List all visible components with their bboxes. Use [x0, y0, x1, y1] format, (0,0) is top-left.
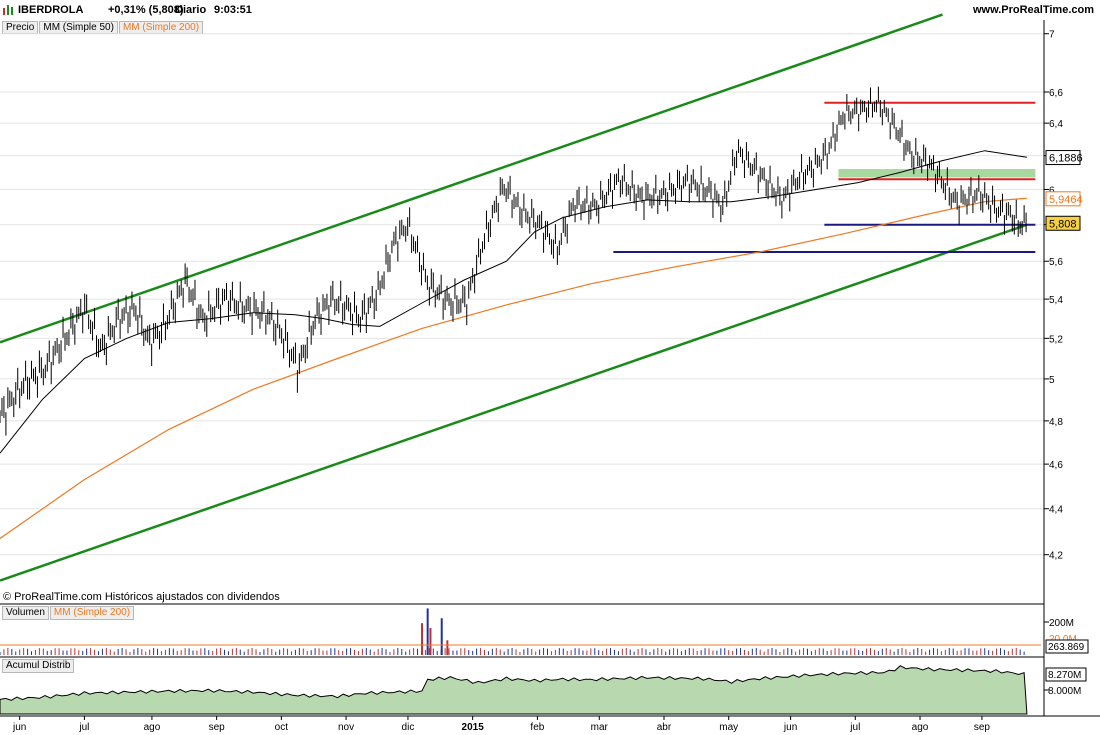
- time-axis: jun jul ago sep oct nov dic 2015 feb mar abr may jun…: [12, 716, 990, 733]
- volume-ma-label: 263.869: [1048, 642, 1085, 653]
- accum-panel: 8.270M 8.000M: [0, 665, 1087, 715]
- x-tick-label: sep: [974, 722, 991, 733]
- price-axis: 4,24,44,64,855,25,45,65,866,26,46,67: [1044, 30, 1063, 562]
- volume-panel: 200M20,0M263.869: [0, 608, 1089, 655]
- ma200-line: [0, 197, 1027, 539]
- legend-volume-ma200[interactable]: MM (Simple 200): [49, 606, 135, 620]
- volume-legend: Volumen MM (Simple 200): [2, 606, 135, 620]
- x-tick-label: feb: [530, 722, 544, 733]
- channel-upper-line: [0, 13, 943, 344]
- x-tick-label: ago: [912, 722, 929, 733]
- x-tick-label: abr: [657, 722, 672, 733]
- y-tick-label: 5,4: [1049, 295, 1063, 306]
- accum-area: [0, 665, 1028, 715]
- x-tick-label: jun: [783, 722, 797, 733]
- x-tick-label: jul: [849, 722, 860, 733]
- ma50-line: [0, 150, 1027, 454]
- accum-current-label: 8.270M: [1048, 670, 1081, 681]
- x-tick-label: jul: [78, 722, 89, 733]
- x-tick-label: mar: [591, 722, 609, 733]
- x-tick-label: may: [719, 722, 738, 733]
- x-tick-label: ago: [144, 722, 161, 733]
- x-tick-label: dic: [402, 722, 415, 733]
- ma200-marker-label: 5,9464: [1049, 194, 1083, 206]
- price-grid: [0, 33, 1044, 556]
- legend-volume[interactable]: Volumen: [2, 606, 49, 620]
- accum-tick-label: 8.000M: [1048, 686, 1081, 697]
- legend-accum[interactable]: Acumul Distrib: [2, 659, 75, 673]
- y-tick-label: 5: [1049, 375, 1055, 386]
- price-footer: © ProRealTime.com Históricos ajustados c…: [3, 591, 280, 603]
- y-tick-label: 5,6: [1049, 257, 1063, 268]
- horizontal-levels: [613, 101, 1036, 253]
- channel-lower-line: [0, 223, 1028, 582]
- y-tick-label: 6,6: [1049, 88, 1063, 99]
- support-zone: [838, 169, 1036, 178]
- accum-legend: Acumul Distrib: [2, 659, 75, 673]
- x-tick-label: 2015: [462, 722, 485, 733]
- x-tick-label: oct: [275, 722, 289, 733]
- ma50-marker-label: 6,1886: [1049, 153, 1083, 165]
- x-tick-label: sep: [209, 722, 226, 733]
- y-tick-label: 6,4: [1049, 119, 1063, 130]
- y-tick-label: 7: [1049, 30, 1055, 41]
- y-tick-label: 4,6: [1049, 460, 1063, 471]
- y-tick-label: 4,2: [1049, 551, 1063, 562]
- ma200-path: [0, 197, 1027, 539]
- y-tick-label: 4,8: [1049, 417, 1063, 428]
- last-marker-label: 5,808: [1049, 218, 1077, 230]
- trend-channel: [0, 13, 1028, 582]
- chart-canvas[interactable]: 4,24,44,64,855,25,45,65,866,26,46,67 6,1…: [0, 0, 1100, 735]
- y-tick-label: 4,4: [1049, 505, 1063, 516]
- ma50-path: [0, 150, 1027, 454]
- volume-tick-label: 200M: [1049, 618, 1074, 629]
- x-tick-label: nov: [338, 722, 354, 733]
- x-tick-label: jun: [12, 722, 26, 733]
- y-tick-label: 5,2: [1049, 334, 1063, 345]
